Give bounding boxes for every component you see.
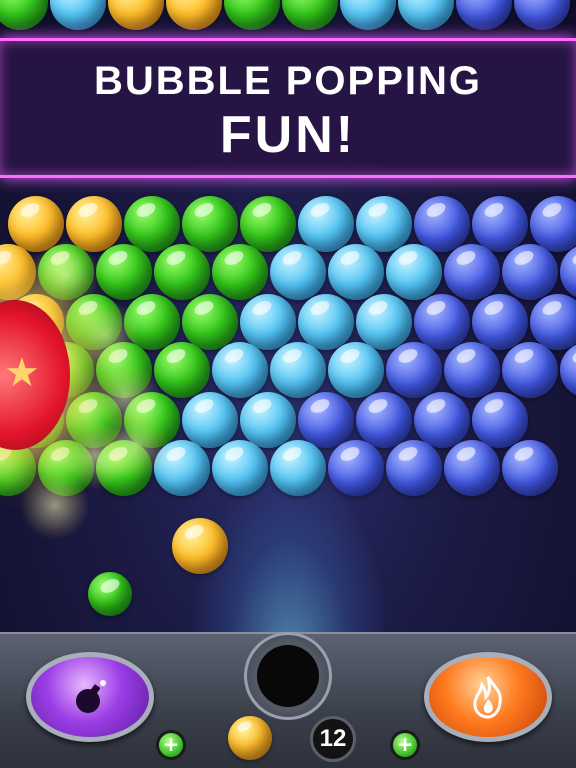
bubble-green [240, 196, 296, 252]
banner-title: BUBBLE POPPING [93, 59, 483, 103]
bubble-cyan [398, 0, 454, 30]
bubble-green [182, 196, 238, 252]
next-bubble[interactable] [228, 716, 272, 760]
add-fire-button[interactable]: + [390, 730, 420, 760]
bubble-cyan [356, 196, 412, 252]
bubble-orange [108, 0, 164, 30]
star-icon: ★ [4, 350, 40, 396]
game-board[interactable]: ★ BUBBLE POPPING FUN! + + 12 [0, 0, 576, 768]
bubble-blue [456, 0, 512, 30]
bubble-blue [328, 440, 384, 496]
bubble-blue [444, 342, 500, 398]
promo-banner: BUBBLE POPPING FUN! [0, 38, 576, 178]
bubble-blue [386, 342, 442, 398]
bubble-green [212, 244, 268, 300]
bubble-cyan [240, 392, 296, 448]
bubble-blue [414, 392, 470, 448]
bubble-cyan [212, 342, 268, 398]
flying-bubble [172, 518, 228, 574]
bubble-cyan [182, 392, 238, 448]
bubble-cyan [270, 342, 326, 398]
bubble-cyan [386, 244, 442, 300]
bubble-green [282, 0, 338, 30]
bubble-blue [514, 0, 570, 30]
bubble-blue [530, 196, 576, 252]
bubble-blue [530, 294, 576, 350]
bubble-green [124, 196, 180, 252]
bubble-cyan [328, 342, 384, 398]
bubble-green [96, 244, 152, 300]
sparkle-effect [100, 410, 170, 480]
bubble-blue [472, 392, 528, 448]
bubble-launcher[interactable] [244, 632, 332, 720]
bubble-cyan [270, 244, 326, 300]
add-bomb-button[interactable]: + [156, 730, 186, 760]
bubble-blue [386, 440, 442, 496]
bubble-blue [356, 392, 412, 448]
bubble-blue [502, 342, 558, 398]
bubble-cyan [212, 440, 268, 496]
bubble-cyan [270, 440, 326, 496]
fire-booster-button[interactable] [424, 652, 552, 742]
bubble-blue [472, 196, 528, 252]
bubble-green [154, 342, 210, 398]
bubble-blue [444, 244, 500, 300]
shots-remaining-counter: 12 [310, 716, 356, 762]
bubble-blue [298, 392, 354, 448]
bubble-cyan [50, 0, 106, 30]
bubble-cyan [298, 196, 354, 252]
bomb-booster-button[interactable] [26, 652, 154, 742]
bubble-orange [166, 0, 222, 30]
bubble-blue [414, 196, 470, 252]
launcher-barrel [257, 645, 319, 707]
bubble-green [154, 244, 210, 300]
bubble-cyan [340, 0, 396, 30]
sparkle-effect [30, 240, 100, 310]
bubble-blue [560, 342, 576, 398]
bomb-icon [31, 657, 149, 737]
bubble-blue [472, 294, 528, 350]
bubble-blue [502, 440, 558, 496]
bubble-green [0, 0, 48, 30]
bubble-cyan [298, 294, 354, 350]
bubble-cyan [356, 294, 412, 350]
bubble-green [224, 0, 280, 30]
sparkle-effect [20, 470, 90, 540]
flying-bubble [88, 572, 132, 616]
bubble-blue [444, 440, 500, 496]
bubble-blue [414, 294, 470, 350]
bubble-cyan [328, 244, 384, 300]
bubble-blue [502, 244, 558, 300]
fire-icon [429, 657, 547, 737]
bubble-cyan [240, 294, 296, 350]
banner-subtitle: FUN! [219, 106, 357, 164]
bubble-green [182, 294, 238, 350]
bubble-blue [560, 244, 576, 300]
